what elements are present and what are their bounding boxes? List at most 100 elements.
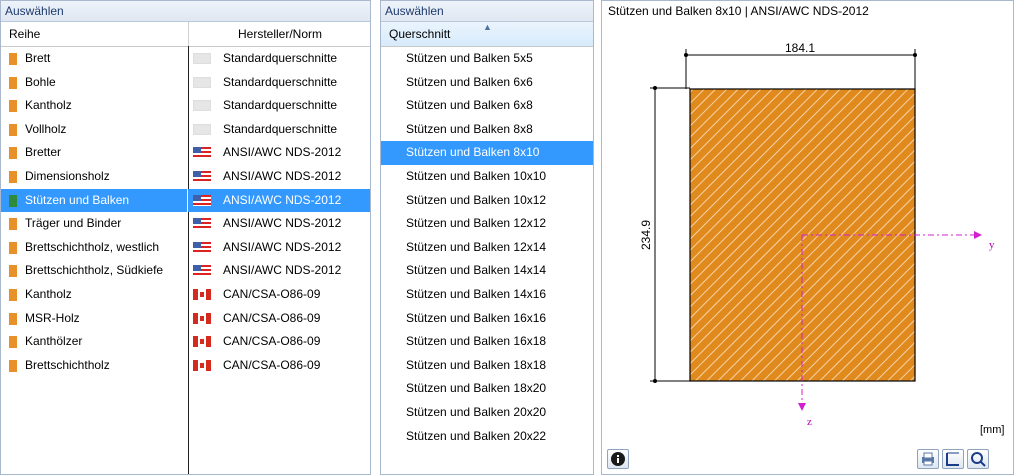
dimensions-button[interactable]	[942, 449, 964, 469]
series-cell[interactable]: Dimensionsholz	[1, 165, 187, 189]
cross-section-item[interactable]: Stützen und Balken 20x20	[381, 401, 593, 425]
series-row[interactable]: Kanthölzer CAN/CSA-O86-09	[1, 330, 370, 354]
norm-cell[interactable]: ANSI/AWC NDS-2012	[188, 259, 370, 283]
canada-flag-icon	[193, 312, 211, 324]
series-cell[interactable]: Brettschichtholz, westlich	[1, 236, 187, 260]
series-row[interactable]: Bohle Standardquerschnitte	[1, 71, 370, 95]
norm-name: Standardquerschnitte	[223, 51, 338, 65]
cross-section-list: Stützen und Balken 5x5 Stützen und Balken…	[381, 47, 593, 448]
norm-name: Standardquerschnitte	[223, 98, 338, 113]
series-cell[interactable]: Kantholz	[1, 94, 187, 118]
unit-label: [mm]	[980, 424, 1005, 436]
us-flag-icon	[193, 194, 211, 206]
material-swatch-icon	[9, 194, 17, 207]
series-name: Brettschichtholz	[25, 357, 110, 372]
norm-name: ANSI/AWC NDS-2012	[223, 216, 342, 231]
cross-section-item[interactable]: Stützen und Balken 16x18	[381, 330, 593, 354]
series-cell[interactable]: MSR-Holz	[1, 307, 187, 331]
series-cell[interactable]: Bretter	[1, 141, 187, 165]
series-row[interactable]: MSR-Holz CAN/CSA-O86-09	[1, 307, 370, 331]
cross-section-item[interactable]: Stützen und Balken 5x5	[381, 47, 593, 71]
canada-flag-icon	[193, 288, 211, 300]
material-swatch-icon	[9, 76, 17, 89]
norm-cell[interactable]: Standardquerschnitte	[188, 47, 370, 71]
series-name: Brettschichtholz, Südkiefe	[25, 263, 164, 278]
height-dimension-label: 234.9	[639, 220, 653, 250]
blank-flag-icon	[193, 123, 211, 135]
series-row[interactable]: Brettschichtholz, westlich ANSI/AWC NDS-2…	[1, 236, 370, 260]
norm-cell[interactable]: ANSI/AWC NDS-2012	[188, 212, 370, 236]
column-header-hersteller[interactable]: Hersteller/Norm	[188, 22, 370, 46]
norm-cell[interactable]: Standardquerschnitte	[188, 94, 370, 118]
cross-section-item[interactable]: Stützen und Balken 6x6	[381, 71, 593, 95]
series-cell[interactable]: Kanthölzer	[1, 330, 187, 354]
series-row[interactable]: Kantholz Standardquerschnitte	[1, 94, 370, 118]
cross-section-item[interactable]: Stützen und Balken 20x22	[381, 425, 593, 449]
norm-cell[interactable]: Standardquerschnitte	[188, 118, 370, 142]
cross-section-item[interactable]: Stützen und Balken 16x16	[381, 307, 593, 331]
z-axis-label: z	[807, 416, 812, 428]
series-name: Brett	[25, 51, 51, 65]
cross-section-item[interactable]: Stützen und Balken 18x18	[381, 354, 593, 378]
info-button[interactable]	[607, 449, 629, 469]
series-name: MSR-Holz	[25, 310, 80, 325]
series-cell[interactable]: Träger und Binder	[1, 212, 187, 236]
cross-section-item[interactable]: Stützen und Balken 14x16	[381, 283, 593, 307]
norm-cell[interactable]: CAN/CSA-O86-09	[188, 330, 370, 354]
us-flag-icon	[193, 170, 211, 182]
series-row[interactable]: Kantholz CAN/CSA-O86-09	[1, 283, 370, 307]
series-cell[interactable]: Vollholz	[1, 118, 187, 142]
z-axis-arrow	[798, 403, 806, 411]
cross-section-item[interactable]: Stützen und Balken 18x20	[381, 377, 593, 401]
section-drawing: y z 184.1 234.9	[639, 41, 995, 428]
norm-cell[interactable]: ANSI/AWC NDS-2012	[188, 165, 370, 189]
dimension-icon	[946, 452, 959, 466]
cross-section-item[interactable]: Stützen und Balken 10x10	[381, 165, 593, 189]
dim-tick	[684, 53, 688, 57]
series-row[interactable]: Brettschichtholz CAN/CSA-O86-09	[1, 354, 370, 378]
cross-section-item[interactable]: Stützen und Balken 10x12	[381, 189, 593, 213]
dim-tick	[913, 53, 917, 57]
cross-section-item[interactable]: Stützen und Balken 12x12	[381, 212, 593, 236]
series-row[interactable]: Brettschichtholz, Südkiefe ANSI/AWC NDS-2…	[1, 259, 370, 283]
dim-tick	[653, 379, 657, 383]
series-cell[interactable]: Bohle	[1, 71, 187, 95]
view-settings-button[interactable]	[967, 449, 989, 469]
series-name: Kantholz	[25, 286, 72, 301]
us-flag-icon	[193, 265, 211, 277]
norm-cell[interactable]: ANSI/AWC NDS-2012	[188, 141, 370, 165]
series-name: Bretter	[25, 145, 62, 160]
us-flag-icon	[193, 241, 211, 253]
series-name: Vollholz	[25, 121, 67, 136]
series-row[interactable]: Brett Standardquerschnitte	[1, 47, 370, 71]
column-header-querschnitt[interactable]: ▲ Querschnitt	[381, 22, 593, 47]
norm-name: ANSI/AWC NDS-2012	[223, 263, 342, 278]
print-button[interactable]	[917, 449, 939, 469]
series-row[interactable]: Stützen und Balken ANSI/AWC NDS-2012	[1, 188, 370, 213]
panel-header: Auswählen	[1, 1, 370, 22]
norm-name: ANSI/AWC NDS-2012	[223, 192, 342, 207]
norm-cell[interactable]: ANSI/AWC NDS-2012	[188, 188, 370, 213]
series-cell[interactable]: Kantholz	[1, 283, 187, 307]
cross-section-item[interactable]: Stützen und Balken 12x14	[381, 236, 593, 260]
column-header-reihe[interactable]: Reihe	[1, 22, 187, 46]
series-row[interactable]: Bretter ANSI/AWC NDS-2012	[1, 141, 370, 165]
series-cell[interactable]: Brett	[1, 47, 187, 71]
series-cell[interactable]: Brettschichtholz	[1, 354, 187, 378]
norm-cell[interactable]: CAN/CSA-O86-09	[188, 307, 370, 331]
cross-section-item[interactable]: Stützen und Balken 14x14	[381, 259, 593, 283]
series-cell[interactable]: Stützen und Balken	[1, 188, 187, 213]
series-row[interactable]: Vollholz Standardquerschnitte	[1, 118, 370, 142]
cross-section-item[interactable]: Stützen und Balken 8x10	[381, 141, 593, 165]
norm-name: Standardquerschnitte	[223, 121, 338, 136]
norm-cell[interactable]: ANSI/AWC NDS-2012	[188, 236, 370, 260]
series-row[interactable]: Dimensionsholz ANSI/AWC NDS-2012	[1, 165, 370, 189]
series-row[interactable]: Träger und Binder ANSI/AWC NDS-2012	[1, 212, 370, 236]
norm-cell[interactable]: Standardquerschnitte	[188, 71, 370, 95]
material-swatch-icon	[9, 241, 17, 254]
cross-section-item[interactable]: Stützen und Balken 8x8	[381, 118, 593, 142]
cross-section-item[interactable]: Stützen und Balken 6x8	[381, 94, 593, 118]
series-cell[interactable]: Brettschichtholz, Südkiefe	[1, 259, 187, 283]
norm-cell[interactable]: CAN/CSA-O86-09	[188, 283, 370, 307]
norm-cell[interactable]: CAN/CSA-O86-09	[188, 354, 370, 378]
